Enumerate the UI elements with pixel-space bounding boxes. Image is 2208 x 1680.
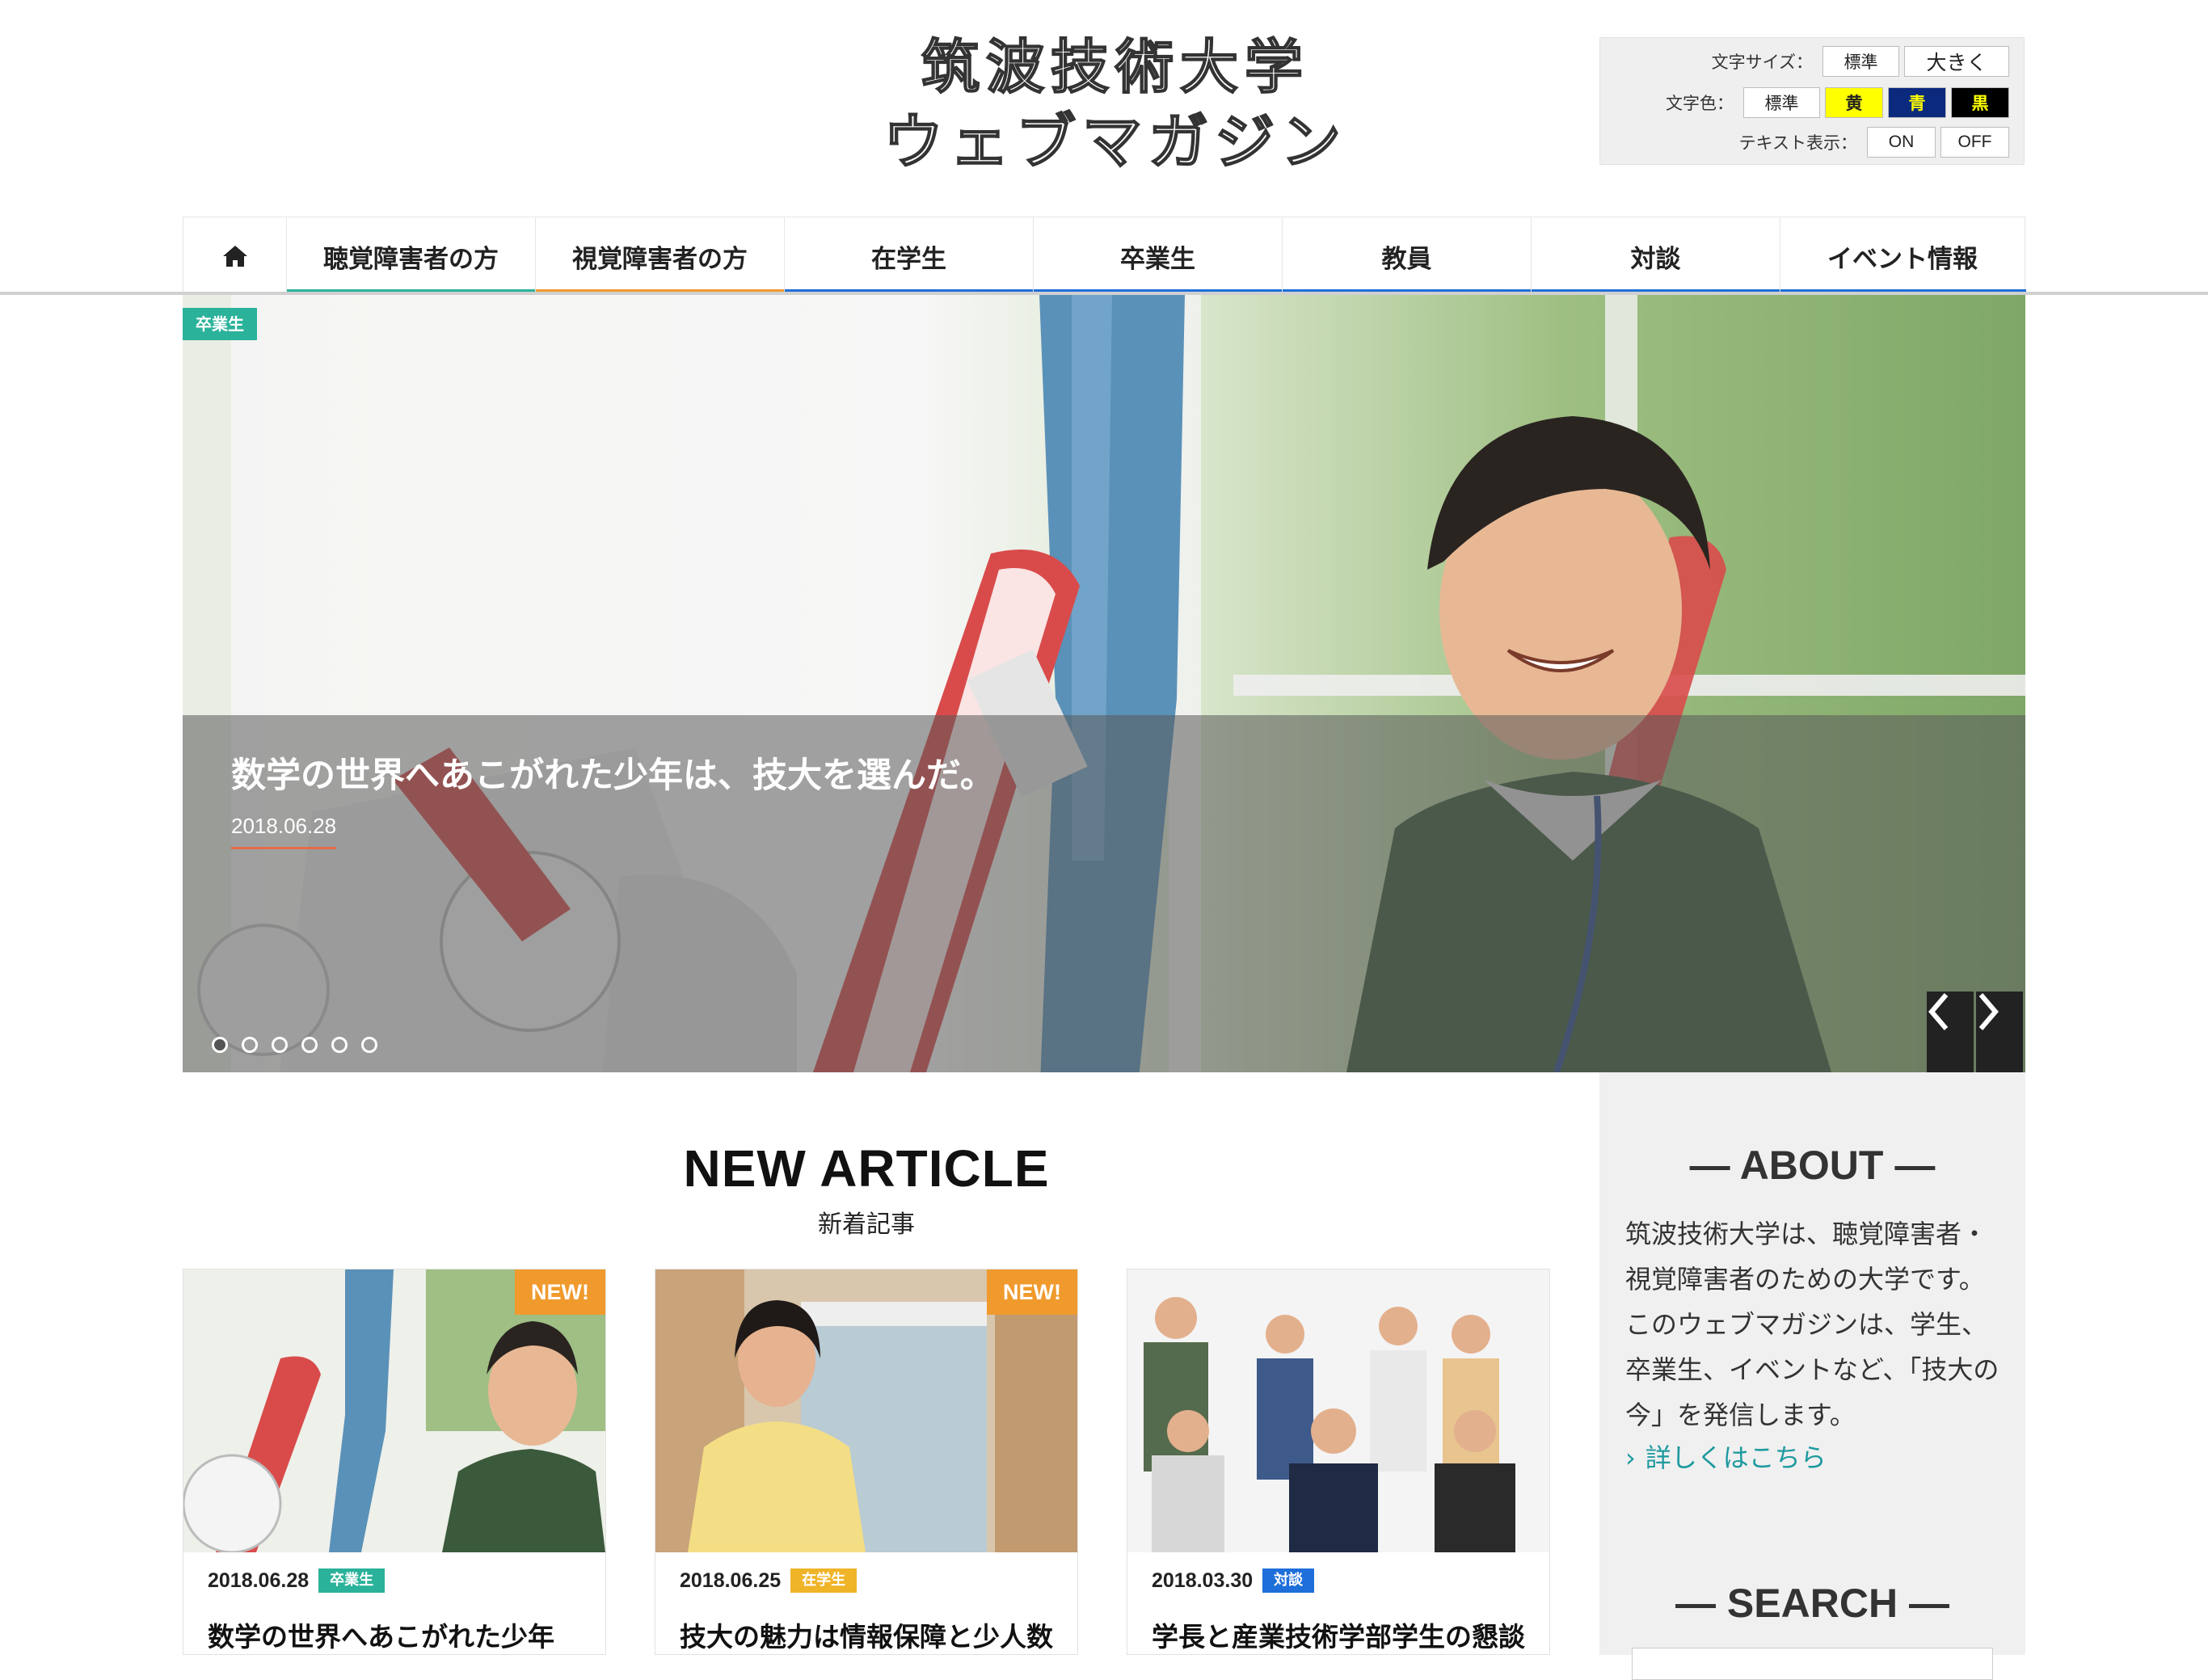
- slider-dot[interactable]: [301, 1037, 318, 1053]
- article-category-badge[interactable]: 在学生: [790, 1568, 857, 1593]
- new-badge: NEW!: [987, 1269, 1077, 1315]
- slider-dot[interactable]: [331, 1037, 348, 1053]
- slider-dots: [212, 1037, 391, 1053]
- font-size-standard-button[interactable]: 標準: [1822, 46, 1899, 77]
- text-display-on-button[interactable]: ON: [1867, 127, 1936, 158]
- slider-prev-button[interactable]: [1927, 992, 1974, 1072]
- text-display-off-button[interactable]: OFF: [1940, 127, 2009, 158]
- article-category-badge[interactable]: 卒業生: [318, 1568, 386, 1593]
- article-card[interactable]: NEW! 2018.06.28 卒業生 数学の世界へあこがれた少年: [183, 1269, 606, 1655]
- nav-item-visual[interactable]: 視覚障害者の方: [535, 217, 785, 295]
- color-standard-button[interactable]: 標準: [1743, 87, 1820, 118]
- new-article-heading: NEW ARTICLE 新着記事: [183, 1139, 1550, 1240]
- nav-item-label: 対談: [1630, 244, 1681, 274]
- home-icon: [222, 246, 247, 267]
- font-size-label: 文字サイズ：: [1711, 53, 1813, 72]
- nav-item-label: 卒業生: [1120, 244, 1195, 274]
- chevron-right-icon: [1978, 993, 1999, 1030]
- sidebar: — ABOUT — 筑波技術大学は、聴覚障害者・視覚障害者のための大学です。この…: [1599, 1072, 2025, 1680]
- hero-category-badge[interactable]: 卒業生: [183, 308, 257, 340]
- search-heading: — SEARCH —: [1675, 1581, 1949, 1626]
- hero-slider[interactable]: 卒業生 数学の世界へあこがれた少年は、技大を選んだ。 2018.06.28: [183, 295, 2025, 1072]
- text-display-row: テキスト表示： ON OFF: [1739, 127, 2009, 158]
- chevron-left-icon: [1928, 993, 1949, 1030]
- main-nav: 聴覚障害者の方 視覚障害者の方 在学生 卒業生 教員 対談 イベント情報: [183, 217, 2026, 295]
- new-badge: NEW!: [515, 1269, 605, 1315]
- hero-date: 2018.06.28: [231, 814, 337, 849]
- nav-item-label: 聴覚障害者の方: [323, 244, 499, 274]
- text-color-label: 文字色：: [1666, 95, 1734, 113]
- slider-dot[interactable]: [212, 1037, 228, 1053]
- article-meta: 2018.06.28 卒業生: [208, 1568, 386, 1593]
- article-thumbnail[interactable]: [1127, 1269, 1549, 1552]
- site-title-line1: 筑波技術大学: [921, 32, 1309, 102]
- about-text: 筑波技術大学は、聴覚障害者・視覚障害者のための大学です。このウェブマガジンは、学…: [1625, 1219, 1999, 1430]
- article-card[interactable]: 2018.03.30 対談 学長と産業技術学部学生の懇談: [1127, 1269, 1550, 1655]
- article-meta: 2018.03.30 対談: [1152, 1568, 1315, 1593]
- nav-item-faculty[interactable]: 教員: [1282, 217, 1532, 295]
- slider-next-button[interactable]: [1976, 992, 2023, 1072]
- about-more-link-label: 詳しくはこちら: [1645, 1442, 1827, 1473]
- nav-item-students[interactable]: 在学生: [784, 217, 1034, 295]
- about-more-link[interactable]: › 詳しくはこちら: [1625, 1438, 1827, 1475]
- article-title[interactable]: 学長と産業技術学部学生の懇談: [1152, 1615, 1525, 1654]
- font-size-large-button[interactable]: 大きく: [1904, 46, 2009, 77]
- color-black-button[interactable]: 黒: [1951, 87, 2009, 118]
- article-thumbnail[interactable]: NEW!: [655, 1269, 1077, 1552]
- article-title[interactable]: 数学の世界へあこがれた少年: [208, 1615, 554, 1654]
- chevron-right-icon: ›: [1625, 1442, 1636, 1473]
- color-yellow-button[interactable]: 黄: [1825, 87, 1883, 118]
- slider-dot[interactable]: [272, 1037, 288, 1053]
- article-category-badge[interactable]: 対談: [1262, 1568, 1315, 1593]
- article-date: 2018.06.28: [208, 1568, 310, 1592]
- nav-item-label: 教員: [1381, 244, 1432, 274]
- section-title-en: NEW ARTICLE: [683, 1139, 1050, 1198]
- article-meta: 2018.06.25 在学生: [680, 1568, 857, 1593]
- site-title-line2: ウェブマガジン: [883, 107, 1347, 178]
- article-card[interactable]: NEW! 2018.06.25 在学生 技大の魅力は情報保障と少人数: [655, 1269, 1078, 1655]
- hero-caption[interactable]: 数学の世界へあこがれた少年は、技大を選んだ。 2018.06.28: [183, 715, 2025, 1072]
- nav-home[interactable]: [183, 217, 286, 295]
- nav-item-label: イベント情報: [1827, 244, 1978, 274]
- font-size-row: 文字サイズ： 標準 大きく: [1712, 46, 2009, 77]
- section-title-jp: 新着記事: [818, 1211, 915, 1239]
- slider-dot[interactable]: [242, 1037, 258, 1053]
- nav-item-label: 視覚障害者の方: [572, 244, 748, 274]
- article-title[interactable]: 技大の魅力は情報保障と少人数: [680, 1615, 1053, 1654]
- nav-item-graduates[interactable]: 卒業生: [1033, 217, 1283, 295]
- article-image: [1127, 1269, 1549, 1552]
- nav-item-hearing[interactable]: 聴覚障害者の方: [286, 217, 536, 295]
- slider-dot[interactable]: [361, 1037, 377, 1053]
- nav-item-label: 在学生: [871, 244, 946, 274]
- text-display-label: テキスト表示：: [1738, 134, 1857, 153]
- article-date: 2018.06.25: [680, 1568, 782, 1592]
- nav-item-events[interactable]: イベント情報: [1780, 217, 2026, 295]
- site-logo[interactable]: 筑波技術大学 ウェブマガジン: [832, 32, 1398, 179]
- hero-title[interactable]: 数学の世界へあこがれた少年は、技大を選んだ。: [231, 747, 995, 798]
- color-blue-button[interactable]: 青: [1888, 87, 1946, 118]
- about-heading: — ABOUT —: [1689, 1143, 1936, 1188]
- text-color-row: 文字色： 標準 黄 青 黒: [1666, 87, 2009, 118]
- article-date: 2018.03.30: [1152, 1568, 1254, 1592]
- nav-item-dialogue[interactable]: 対談: [1531, 217, 1780, 295]
- article-thumbnail[interactable]: NEW!: [183, 1269, 605, 1552]
- search-input[interactable]: [1632, 1648, 1993, 1680]
- accessibility-panel: 文字サイズ： 標準 大きく 文字色： 標準 黄 青 黒 テキスト表示： ON O…: [1599, 37, 2025, 165]
